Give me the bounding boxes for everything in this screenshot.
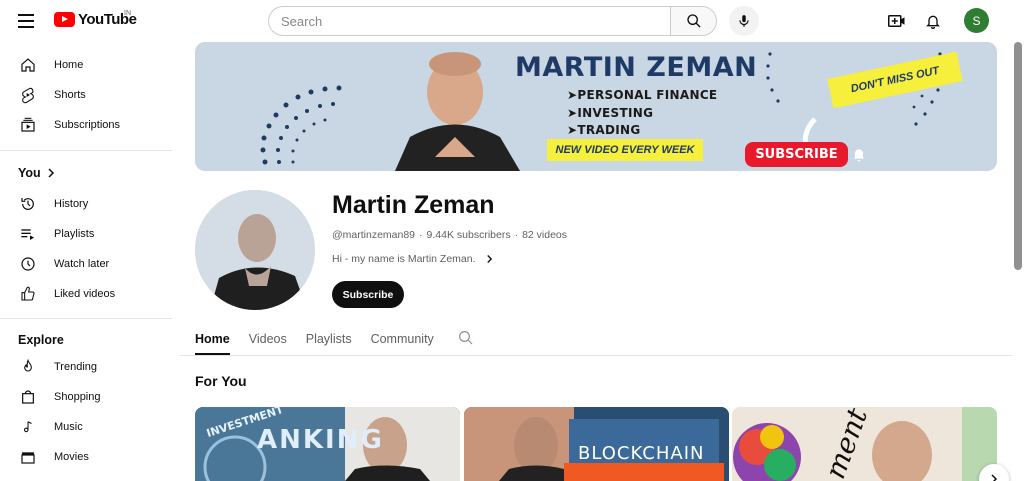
sidebar-item-label: Watch later — [54, 258, 110, 270]
chevron-right-icon — [486, 255, 492, 263]
music-note-icon — [18, 417, 38, 437]
playlists-icon — [18, 224, 38, 244]
microphone-icon — [739, 15, 749, 27]
sidebar-item-label: Liked videos — [54, 288, 116, 300]
sidebar-you-heading[interactable]: You — [18, 166, 55, 180]
section-title: For You — [195, 373, 247, 389]
search-button[interactable] — [670, 6, 717, 36]
shorts-icon — [18, 85, 38, 105]
thumbnail-text-main: ANKING — [257, 425, 384, 455]
sidebar-item-liked-videos[interactable]: Liked videos — [8, 279, 172, 309]
sidebar-item-label: Shopping — [54, 391, 101, 403]
explore-heading-label: Explore — [18, 333, 64, 347]
tab-community[interactable]: Community — [371, 322, 434, 355]
sidebar-item-label: Shorts — [54, 89, 86, 101]
channel-tabs: Home Videos Playlists Community — [195, 322, 475, 355]
search-icon — [686, 14, 700, 28]
create-button[interactable] — [884, 9, 910, 33]
banner-bell-icon — [853, 149, 865, 162]
clock-icon — [18, 254, 38, 274]
sidebar-divider — [0, 150, 172, 151]
top-bar: YouTube IN S — [0, 0, 1024, 42]
sidebar-explore-heading: Explore — [18, 333, 64, 347]
sidebar-item-label: Home — [54, 59, 84, 71]
sidebar: Home Shorts Subscriptions You History Pl… — [0, 42, 180, 481]
channel-name: Martin Zeman — [332, 191, 495, 219]
subscribe-button[interactable]: Subscribe — [332, 281, 404, 308]
tab-playlists[interactable]: Playlists — [306, 322, 352, 355]
sidebar-item-label: Music — [54, 421, 83, 433]
menu-icon[interactable] — [14, 10, 38, 32]
history-icon — [18, 194, 38, 214]
banner-line-1: ➤PERSONAL FINANCE — [567, 88, 718, 102]
channel-handle: @martinzeman89 — [332, 229, 416, 241]
tab-videos[interactable]: Videos — [249, 322, 287, 355]
carousel-next-button[interactable] — [979, 464, 1009, 481]
channel-description-text: Hi - my name is Martin Zeman. — [332, 253, 476, 265]
banner-person-image — [395, 52, 520, 171]
meta-separator: · — [419, 229, 423, 241]
channel-avatar[interactable] — [195, 190, 315, 310]
video-count: 82 videos — [522, 229, 568, 241]
banner-subscribe-graphic: SUBSCRIBE — [745, 142, 848, 167]
channel-search-icon[interactable] — [457, 329, 475, 347]
banner-line-2: ➤INVESTING — [567, 106, 654, 120]
search-input[interactable] — [268, 6, 670, 36]
shopping-bag-icon — [18, 387, 38, 407]
sidebar-item-history[interactable]: History — [8, 189, 172, 219]
meta-separator: · — [514, 229, 519, 241]
flame-icon — [18, 357, 38, 377]
sidebar-item-label: Movies — [54, 451, 89, 463]
subscriber-count: 9.44K subscribers — [426, 229, 511, 241]
channel-avatar-image — [195, 190, 315, 310]
tabs-divider — [180, 355, 1012, 356]
voice-search-button[interactable] — [729, 6, 759, 36]
search-bar — [268, 6, 717, 36]
notifications-button[interactable] — [920, 9, 946, 33]
tab-home[interactable]: Home — [195, 322, 230, 355]
channel-description[interactable]: Hi - my name is Martin Zeman. — [332, 253, 493, 265]
sidebar-item-shorts[interactable]: Shorts — [8, 80, 172, 110]
page-scrollbar[interactable] — [1012, 42, 1024, 481]
channel-meta: @martinzeman89 · 9.44K subscribers · 82 … — [332, 229, 567, 241]
sidebar-item-playlists[interactable]: Playlists — [8, 219, 172, 249]
sidebar-divider — [0, 318, 172, 319]
sidebar-item-label: Subscriptions — [54, 119, 121, 131]
sidebar-item-watch-later[interactable]: Watch later — [8, 249, 172, 279]
sidebar-item-subscriptions[interactable]: Subscriptions — [8, 110, 172, 140]
sidebar-item-shopping[interactable]: Shopping — [8, 382, 172, 412]
account-avatar[interactable]: S — [964, 8, 989, 33]
chevron-right-icon — [48, 168, 54, 178]
chevron-right-icon — [991, 474, 998, 481]
sidebar-item-music[interactable]: Music — [8, 412, 172, 442]
youtube-play-icon — [54, 12, 75, 27]
thumbnail-text-main: BLOCKCHAIN — [578, 443, 705, 464]
clapperboard-icon — [18, 447, 38, 467]
video-thumbnail[interactable]: INVESTMENT ANKING — [195, 407, 460, 481]
banner-tagline: NEW VIDEO EVERY WEEK — [547, 139, 703, 161]
create-video-icon — [888, 15, 905, 27]
scrollbar-thumb[interactable] — [1014, 42, 1022, 270]
home-icon — [18, 55, 38, 75]
sidebar-item-label: Playlists — [54, 228, 95, 240]
sidebar-item-label: Trending — [54, 361, 98, 373]
channel-banner: MARTIN ZEMAN ➤PERSONAL FINANCE ➤INVESTIN… — [195, 42, 997, 171]
video-thumbnail[interactable]: BLOCKCHAIN — [464, 407, 729, 481]
sidebar-item-movies[interactable]: Movies — [8, 442, 172, 472]
sidebar-item-home[interactable]: Home — [8, 50, 172, 80]
banner-line-3: ➤TRADING — [567, 123, 641, 137]
you-heading-label: You — [18, 166, 41, 180]
bell-icon — [926, 15, 940, 29]
banner-name: MARTIN ZEMAN — [515, 52, 758, 83]
video-thumbnail[interactable]: ment — [732, 407, 997, 481]
thumbs-up-icon — [18, 284, 38, 304]
sidebar-item-trending[interactable]: Trending — [8, 352, 172, 382]
country-code: IN — [124, 10, 131, 17]
subscriptions-icon — [18, 115, 38, 135]
sidebar-item-label: History — [54, 198, 89, 210]
